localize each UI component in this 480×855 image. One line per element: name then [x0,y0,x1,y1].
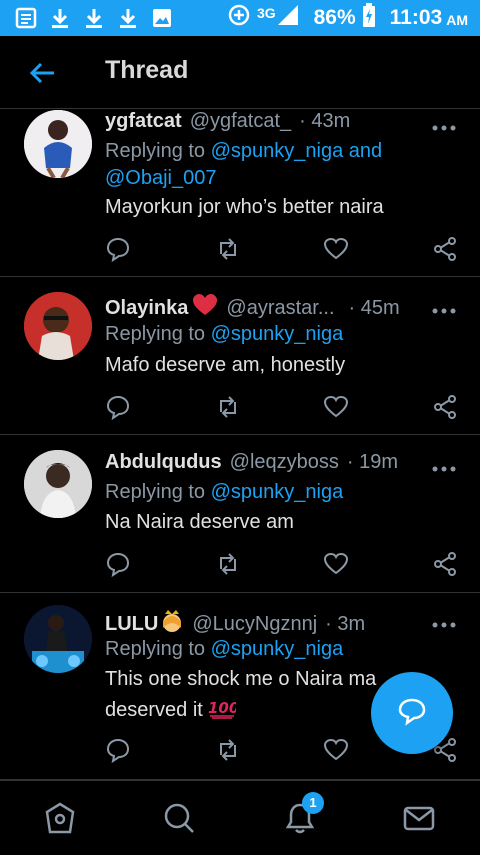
display-name[interactable]: Abdulqudus [105,451,222,474]
data-saver-icon [227,3,251,33]
heart-emoji-icon [192,293,218,323]
tweet-meta: Olayinka @ayrastar... · 45m [105,293,400,323]
tweet-meta: ygfatcat @ygfatcat_ · 43m [105,110,350,133]
tweet-text: Mayorkun jor who’s better naira [105,196,384,218]
mention-link[interactable]: @spunky_niga [211,140,344,162]
replying-label: Replying to [105,638,206,660]
user-handle[interactable]: @leqzyboss [230,451,339,474]
tweet-text: Na Naira deserve am [105,511,294,533]
more-options-icon[interactable] [432,118,456,131]
more-options-icon[interactable] [432,615,456,628]
tweet-meta: LULU @LucyNgznnj · 3m [105,608,365,640]
status-bar: 3G 86% 11:03 AM [0,0,480,36]
mention-link[interactable]: @spunky_niga [211,481,344,503]
avatar[interactable] [24,292,92,360]
mention-link[interactable]: @Obaji_007 [105,167,216,190]
tweet-text: Mafo deserve am, honestly [105,354,346,376]
reply-bubble-icon [397,696,427,731]
tweet-time: · 19m [346,451,399,473]
reply-icon[interactable] [105,394,131,421]
top-app-bar: Thread [0,36,480,109]
like-heart-icon[interactable] [323,394,349,420]
user-handle[interactable]: @LucyNgznnj [192,613,317,636]
download-icon [116,6,140,30]
replying-label: Replying to [105,323,206,345]
like-heart-icon[interactable] [323,236,349,262]
home-icon[interactable] [43,801,77,835]
retweet-icon[interactable] [215,394,241,420]
tweet-text-line2: deserved it 100 [105,697,240,725]
clock-ampm: AM [446,12,468,28]
more-options-icon[interactable] [432,301,456,314]
tweet-text: deserved it [105,699,203,721]
display-name[interactable]: Olayinka [105,297,188,320]
reply-icon[interactable] [105,737,131,764]
replying-to: Replying to @spunky_niga and [105,140,382,163]
reply-icon[interactable] [105,236,131,263]
page-title: Thread [105,56,189,84]
messages-envelope-icon[interactable] [402,801,436,835]
clock: 11:03 [389,6,443,29]
tweet-item[interactable]: Olayinka @ayrastar... · 45m Replying to … [0,277,480,435]
like-heart-icon[interactable] [323,551,349,577]
princess-emoji-icon [160,608,184,640]
signal-icon [276,3,300,33]
retweet-icon[interactable] [215,737,241,763]
download-icon [48,6,72,30]
share-icon[interactable] [432,551,458,577]
avatar[interactable] [24,605,92,673]
share-icon[interactable] [432,394,458,420]
mention-and: and [343,140,383,162]
battery-charging-icon [362,3,376,33]
compose-reply-button[interactable] [371,672,453,754]
avatar[interactable] [24,110,92,178]
tweet-time: · 43m [299,110,351,132]
share-icon[interactable] [432,236,458,262]
network-type: 3G [256,5,276,21]
like-heart-icon[interactable] [323,737,349,763]
replying-to: Replying to @spunky_niga [105,481,343,504]
search-icon[interactable] [162,801,196,835]
tweet-item[interactable]: Abdulqudus @leqzyboss · 19m Replying to … [0,435,480,593]
image-icon [150,6,174,30]
svg-text:100: 100 [208,699,236,717]
tweet-time: · 45m [348,296,400,319]
tweet-item[interactable]: ygfatcat @ygfatcat_ · 43m Replying to @s… [0,108,480,277]
hundred-points-emoji-icon: 100 [208,697,240,725]
bottom-navigation [0,780,480,855]
replying-label: Replying to [105,481,206,503]
replying-label: Replying to [105,140,206,162]
tweet-time: · 3m [325,612,366,635]
more-options-icon[interactable] [432,459,456,472]
notifications-badge: 1 [302,792,324,814]
replying-to: Replying to @spunky_niga [105,323,343,346]
tweet-text-line1: This one shock me o Naira ma [105,668,377,690]
news-notification-icon [14,6,38,30]
replying-to: Replying to @spunky_niga [105,638,343,661]
user-handle[interactable]: @ayrastar... [226,297,334,320]
back-arrow-icon[interactable] [28,58,58,88]
mention-link[interactable]: @spunky_niga [211,323,344,345]
user-handle[interactable]: @ygfatcat_ [190,110,291,133]
retweet-icon[interactable] [215,551,241,577]
tweet-meta: Abdulqudus @leqzyboss · 19m [105,451,398,474]
reply-icon[interactable] [105,551,131,578]
download-icon [82,6,106,30]
mention-link[interactable]: @spunky_niga [211,638,344,660]
avatar[interactable] [24,450,92,518]
retweet-icon[interactable] [215,236,241,262]
display-name[interactable]: LULU [105,613,158,636]
battery-percent: 86% [313,6,356,29]
display-name[interactable]: ygfatcat [105,110,182,133]
